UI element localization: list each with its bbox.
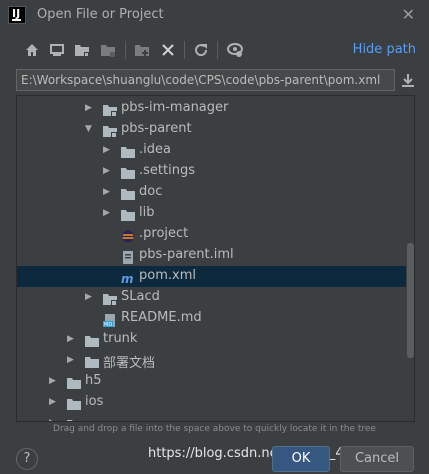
- module-folder-icon[interactable]: [100, 42, 116, 58]
- folder-icon: [121, 165, 135, 179]
- tree-item[interactable]: ▶ doc: [17, 182, 406, 203]
- folder-icon: [67, 375, 81, 389]
- folder-icon: [67, 396, 81, 410]
- tree-item[interactable]: ▼ pbs-parent: [17, 119, 406, 140]
- toolbar: Hide path: [0, 38, 429, 62]
- tree-item[interactable]: ▶ 部署文档: [17, 350, 406, 371]
- path-field[interactable]: E:\Workspace\shuanglu\code\CPS\code\pbs-…: [16, 69, 395, 91]
- title-bar: IJ Open File or Project ✕: [0, 0, 429, 30]
- show-hidden-icon[interactable]: [227, 42, 243, 58]
- expand-arrow-right-icon[interactable]: ▶: [103, 187, 110, 197]
- tree-item-label: trunk: [103, 331, 138, 346]
- file-tree[interactable]: ▶ pbs-im-manager ▼ pbs-parent ▶ .idea ▶ .settin…: [16, 95, 415, 422]
- tree-item[interactable]: ▶ SLacd: [17, 287, 406, 308]
- expand-arrow-right-icon[interactable]: ▶: [103, 166, 110, 176]
- tree-item[interactable]: ▶: [17, 413, 406, 421]
- download-icon[interactable]: [400, 72, 416, 88]
- tree-item-label: doc: [139, 184, 163, 199]
- expand-arrow-right-icon[interactable]: ▶: [67, 334, 74, 344]
- project-folder-icon[interactable]: [74, 42, 90, 58]
- tree-item-label: pbs-parent.iml: [139, 247, 234, 262]
- tree-item-label: .idea: [139, 142, 171, 157]
- refresh-icon[interactable]: [193, 42, 209, 58]
- expand-arrow-right-icon[interactable]: ▶: [49, 376, 56, 386]
- expand-arrow-right-icon[interactable]: ▶: [49, 397, 56, 407]
- delete-icon[interactable]: [160, 42, 176, 58]
- tree-item[interactable]: ▶ pbs-im-manager: [17, 98, 406, 119]
- tree-item[interactable]: ▶ ios: [17, 392, 406, 413]
- eclipse-icon: [121, 228, 135, 243]
- expand-arrow-right-icon[interactable]: ▶: [49, 418, 56, 421]
- tree-item[interactable]: ▶ trunk: [17, 329, 406, 350]
- svg-text:MD: MD: [104, 322, 112, 327]
- expand-arrow-right-icon[interactable]: ▶: [85, 103, 92, 113]
- expand-arrow-right-icon[interactable]: ▶: [67, 355, 74, 365]
- intellij-logo-icon: IJ: [8, 6, 26, 24]
- expand-arrow-down-icon[interactable]: ▼: [85, 124, 92, 134]
- tree-item[interactable]: .project: [17, 224, 406, 245]
- tree-item[interactable]: ▶ lib: [17, 203, 406, 224]
- hide-path-link[interactable]: Hide path: [353, 42, 416, 57]
- iml-icon: [121, 249, 135, 264]
- tree-item-label: .project: [139, 226, 189, 241]
- module-icon: [103, 102, 117, 117]
- close-icon[interactable]: ✕: [402, 5, 415, 24]
- tree-item-label: README.md: [121, 310, 202, 325]
- folder-icon: [121, 207, 135, 221]
- expand-arrow-right-icon[interactable]: ▶: [85, 292, 92, 302]
- svg-text:m: m: [121, 272, 134, 285]
- ok-button[interactable]: OK: [272, 446, 330, 472]
- home-icon[interactable]: [24, 42, 40, 58]
- tree-item[interactable]: m pom.xml: [17, 266, 406, 287]
- path-value: E:\Workspace\shuanglu\code\CPS\code\pbs-…: [21, 73, 381, 87]
- expand-arrow-right-icon[interactable]: ▶: [103, 208, 110, 218]
- tree-item[interactable]: ▶ .settings: [17, 161, 406, 182]
- desktop-icon[interactable]: [49, 42, 65, 58]
- tree-item-label: ios: [85, 394, 104, 409]
- folder-icon: [67, 417, 81, 421]
- md-icon: MD: [103, 312, 117, 328]
- tree-item-label: h5: [85, 373, 102, 388]
- help-button[interactable]: ?: [16, 448, 38, 470]
- tree-item-label: pbs-im-manager: [121, 100, 229, 115]
- folder-icon: [121, 144, 135, 158]
- scrollbar-thumb[interactable]: [407, 243, 414, 358]
- cancel-button[interactable]: Cancel: [340, 446, 414, 472]
- folder-icon: [85, 354, 99, 368]
- expand-arrow-right-icon[interactable]: ▶: [103, 145, 110, 155]
- tree-item-label: .settings: [139, 163, 195, 178]
- tree-item-label: pom.xml: [139, 268, 196, 283]
- tree-item-label: 部署文档: [103, 356, 156, 371]
- drag-drop-hint: Drag and drop a file into the space abov…: [53, 424, 376, 434]
- window-title: Open File or Project: [37, 7, 164, 22]
- tree-item[interactable]: MD README.md: [17, 308, 406, 329]
- tree-item-label: SLacd: [121, 289, 160, 304]
- module-icon: [103, 123, 117, 138]
- folder-icon: [85, 333, 99, 347]
- folder-icon: [121, 186, 135, 200]
- tree-item[interactable]: pbs-parent.iml: [17, 245, 406, 266]
- tree-item-label: lib: [139, 205, 155, 220]
- module-icon: [103, 291, 117, 306]
- maven-icon: m: [121, 270, 135, 286]
- tree-item[interactable]: ▶ h5: [17, 371, 406, 392]
- tree-item[interactable]: ▶ .idea: [17, 140, 406, 161]
- tree-item-label: pbs-parent: [121, 121, 192, 136]
- new-folder-icon[interactable]: [134, 42, 150, 58]
